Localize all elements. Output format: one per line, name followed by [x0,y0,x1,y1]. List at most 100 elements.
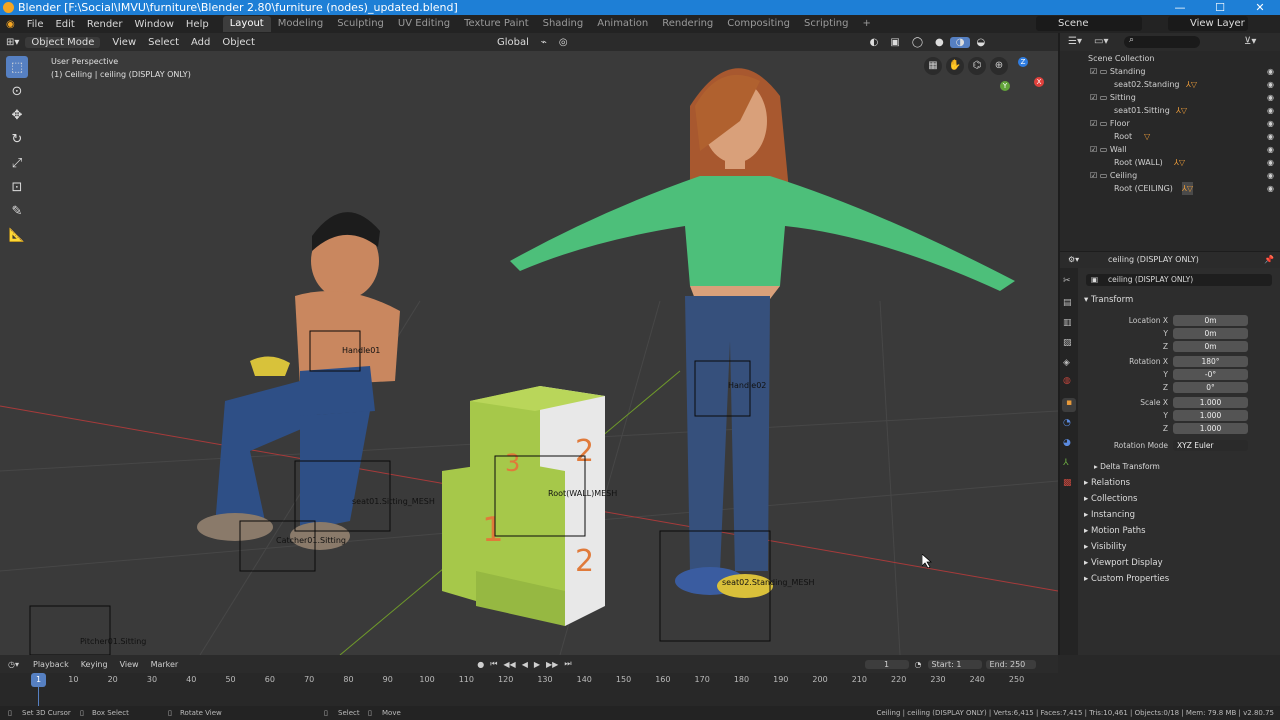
eye-icon[interactable]: ◉ [1267,117,1274,130]
playhead[interactable]: 1 [31,673,46,687]
menu-view[interactable]: View [106,37,142,48]
tab-shading[interactable]: Shading [536,16,591,32]
move-tool-icon[interactable]: ✥ [6,104,28,126]
menu-select[interactable]: Select [142,37,185,48]
rotation-mode-select[interactable]: XYZ Euler [1173,440,1248,451]
delta-transform-header[interactable]: ▸ Delta Transform [1094,462,1160,471]
scene-collection-row[interactable]: Scene Collection [1060,52,1280,65]
panel-relations[interactable]: ▸ Relations [1084,478,1130,488]
3d-viewport[interactable]: 1 2 3 2 User Perspective (1) Ceiling | c… [0,51,1058,655]
eye-icon[interactable]: ◉ [1267,65,1274,78]
add-workspace-button[interactable]: + [855,16,877,32]
tab-uv-editing[interactable]: UV Editing [391,16,457,32]
menu-add[interactable]: Add [185,37,216,48]
tab-texture-paint[interactable]: Texture Paint [457,16,536,32]
rendered-shading-icon[interactable]: ◒ [970,37,991,48]
panel-viewport-display[interactable]: ▸ Viewport Display [1084,558,1163,568]
scale-x-field[interactable]: 1.000 [1173,397,1248,408]
scale-tool-icon[interactable]: ⤢ [6,152,28,174]
outliner-row-floor[interactable]: ☑ ▭ Floor ◉ [1060,117,1280,130]
toggle-camera-icon[interactable]: ▦ [924,57,942,75]
scene-tab-icon[interactable]: ◈ [1063,358,1070,368]
jump-end-icon[interactable]: ⏭ [561,659,574,669]
annotate-tool-icon[interactable]: ✎ [6,200,28,222]
eye-icon[interactable]: ◉ [1267,104,1274,117]
rotation-y-field[interactable]: -0° [1173,369,1248,380]
tab-rendering[interactable]: Rendering [655,16,720,32]
select-box-tool-icon[interactable]: ⬚ [6,56,28,78]
eye-icon[interactable]: ◉ [1267,169,1274,182]
zoom-icon[interactable]: ⊕ [990,57,1008,75]
object-tab-icon[interactable]: ▪ [1062,398,1076,412]
cursor-tool-icon[interactable]: ⊙ [6,80,28,102]
eye-icon[interactable]: ◉ [1267,143,1274,156]
tab-animation[interactable]: Animation [590,16,655,32]
menu-edit[interactable]: Edit [49,19,80,30]
menu-marker[interactable]: Marker [145,660,185,669]
material-shading-icon[interactable]: ◑ [949,36,971,48]
maximize-button[interactable]: ☐ [1200,0,1240,15]
panel-visibility[interactable]: ▸ Visibility [1084,542,1127,552]
gizmo-y[interactable]: Y [1000,81,1010,91]
rotation-x-field[interactable]: 180° [1173,356,1248,367]
scale-y-field[interactable]: 1.000 [1173,410,1248,421]
jump-start-icon[interactable]: ⏮ [487,659,500,669]
menu-render[interactable]: Render [81,19,129,30]
physics-tab-icon[interactable]: ◕ [1063,438,1071,448]
menu-timeline-view[interactable]: View [114,660,145,669]
solid-shading-icon[interactable]: ● [929,37,950,48]
proportional-edit-icon[interactable]: ◎ [553,37,574,48]
location-z-field[interactable]: 0m [1173,341,1248,352]
play-icon[interactable]: ▶ [531,660,543,669]
location-x-field[interactable]: 0m [1173,315,1248,326]
outliner-search-input[interactable]: ⌕ [1124,35,1200,48]
frame-start-field[interactable]: Start: 1 [927,659,982,669]
close-button[interactable]: ✕ [1240,0,1280,15]
rotation-z-field[interactable]: 0° [1173,382,1248,393]
gizmo-x[interactable]: X [1034,77,1044,87]
outliner-row-root-wall[interactable]: Root (WALL) ⅄▽ ◉ [1060,156,1280,169]
frame-end-field[interactable]: End: 250 [985,659,1036,669]
camera-icon[interactable]: ⌬ [968,57,986,75]
view-layer-selector[interactable]: View Layer [1168,16,1248,31]
modifier-tab-icon[interactable]: ◔ [1063,418,1071,428]
panel-instancing[interactable]: ▸ Instancing [1084,510,1135,520]
outliner-editor-icon[interactable]: ☰▾ [1068,36,1082,47]
xray-icon[interactable]: ▣ [884,37,905,48]
outliner-row-root-ceiling[interactable]: Root (CEILING) ⅄▽ ◉ [1060,182,1280,195]
eye-icon[interactable]: ◉ [1267,182,1274,195]
display-mode-icon[interactable]: ▭▾ [1094,36,1108,47]
record-icon[interactable]: ● [474,660,487,669]
outliner-row-wall[interactable]: ☑ ▭ Wall ◉ [1060,143,1280,156]
eye-icon[interactable]: ◉ [1267,130,1274,143]
prev-keyframe-icon[interactable]: ◀◀ [500,660,518,669]
overlay-icon[interactable]: ◐ [864,37,885,48]
blender-menu-icon[interactable]: ◉ [0,19,21,30]
minimize-button[interactable]: — [1160,0,1200,15]
snap-icon[interactable]: ⌁ [535,37,553,48]
panel-custom-properties[interactable]: ▸ Custom Properties [1084,574,1169,584]
rotate-tool-icon[interactable]: ↻ [6,128,28,150]
filter-icon[interactable]: ⊻▾ [1244,36,1256,47]
scene-selector[interactable]: Scene [1036,16,1142,31]
panel-motion-paths[interactable]: ▸ Motion Paths [1084,526,1146,536]
current-frame-field[interactable]: 1 [864,659,909,669]
editor-type-icon[interactable]: ⊞▾ [0,37,25,48]
menu-object[interactable]: Object [216,37,261,48]
outliner-row-seat01[interactable]: seat01.Sitting ⅄▽ ◉ [1060,104,1280,117]
menu-playback[interactable]: Playback [27,660,75,669]
play-reverse-icon[interactable]: ◀ [519,660,531,669]
properties-editor-icon[interactable]: ⚙▾ [1068,252,1079,268]
pin-icon[interactable]: 📌 [1264,252,1274,268]
timeline-editor-icon[interactable]: ◷▾ [0,660,27,669]
outliner-row-standing[interactable]: ☑ ▭ Standing ◉ [1060,65,1280,78]
orientation-selector[interactable]: Global [491,37,535,48]
eye-icon[interactable]: ◉ [1267,156,1274,169]
tool-tab-icon[interactable]: ✂ [1063,276,1071,286]
outliner-row-seat02[interactable]: seat02.Standing ⅄▽ ◉ [1060,78,1280,91]
constraint-tab-icon[interactable]: ⅄ [1063,458,1069,468]
timeline[interactable]: 10 20 30 40 50 60 70 80 90 100 110 120 130 140 150 160 1… [0,673,1058,706]
location-y-field[interactable]: 0m [1173,328,1248,339]
scale-z-field[interactable]: 1.000 [1173,423,1248,434]
preview-range-icon[interactable]: ◔ [909,660,928,669]
